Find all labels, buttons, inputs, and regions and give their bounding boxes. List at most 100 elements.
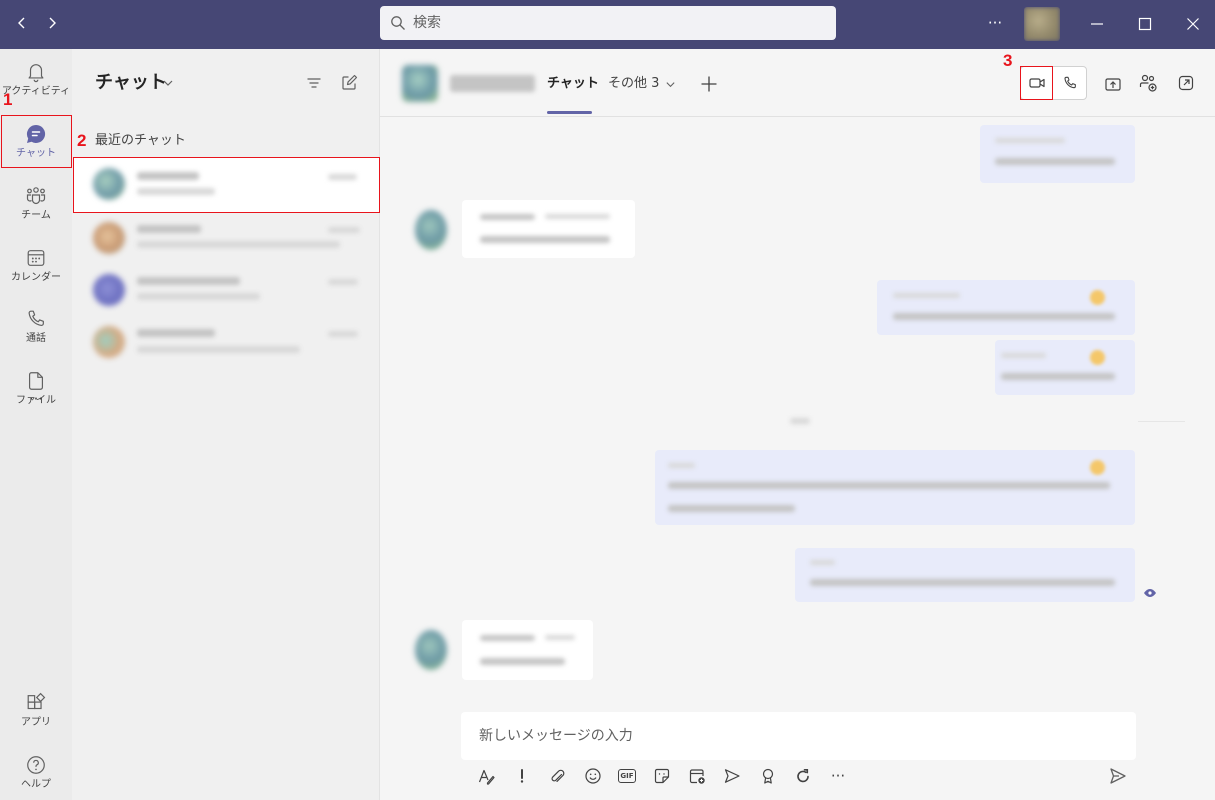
sticker-button[interactable] (652, 767, 672, 785)
contact-name (137, 225, 201, 233)
sender-avatar[interactable] (415, 630, 447, 670)
attach-button[interactable] (547, 767, 567, 785)
chat-list-item[interactable] (73, 213, 380, 265)
rail-item-label: チーム (21, 210, 51, 221)
share-screen-button[interactable] (1102, 73, 1124, 95)
delivery-options-button[interactable] (512, 767, 532, 785)
message-meta (1001, 353, 1046, 358)
filter-button[interactable] (303, 72, 325, 94)
reaction-emoji[interactable] (1090, 290, 1105, 305)
message-text (668, 505, 795, 512)
emoji-icon (584, 767, 602, 785)
reaction-emoji[interactable] (1090, 460, 1105, 475)
maximize-icon (1138, 17, 1152, 31)
pop-out-button[interactable] (1175, 72, 1197, 94)
outgoing-message[interactable] (877, 280, 1135, 335)
filter-icon (305, 74, 323, 92)
contact-avatar (93, 326, 125, 358)
conversation-avatar[interactable] (402, 65, 438, 102)
loop-button[interactable] (793, 767, 813, 785)
rail-item-label: 通話 (26, 333, 46, 344)
conversation-name[interactable] (450, 75, 535, 92)
format-text-icon (477, 767, 495, 785)
medal-icon (759, 767, 777, 785)
more-options-button[interactable]: ··· (982, 13, 1008, 33)
tab-chat[interactable]: チャット (547, 75, 599, 93)
message-meta (810, 560, 835, 565)
chevron-left-icon (15, 16, 29, 30)
emoji-button[interactable] (583, 767, 603, 785)
sender-name (480, 214, 535, 220)
annotation-box-recent-chat (73, 157, 380, 213)
annotation-box-rail-chat (1, 115, 72, 168)
close-button[interactable] (1180, 12, 1206, 36)
search-input[interactable]: 検索 (380, 6, 836, 40)
outgoing-message[interactable] (980, 125, 1135, 183)
stream-button[interactable] (722, 767, 742, 785)
sticker-icon (653, 767, 671, 785)
add-tab-button[interactable] (698, 73, 720, 95)
chat-list-title[interactable]: チャット (95, 72, 167, 94)
more-compose-options-button[interactable]: ··· (828, 767, 848, 785)
add-people-button[interactable] (1137, 72, 1159, 94)
date-separator (790, 418, 810, 424)
active-tab-indicator (547, 111, 592, 114)
gif-label: GIF (620, 772, 634, 780)
important-icon (513, 767, 531, 785)
rail-item-calendar[interactable]: カレンダー (0, 246, 72, 288)
apps-icon (24, 691, 48, 715)
outgoing-message[interactable] (995, 340, 1135, 395)
outgoing-message[interactable] (795, 548, 1135, 602)
pop-out-icon (1177, 74, 1195, 92)
new-chat-button[interactable] (338, 72, 360, 94)
sender-name (480, 635, 535, 641)
message-preview (137, 293, 260, 300)
praise-button[interactable] (758, 767, 778, 785)
reaction-emoji[interactable] (1090, 350, 1105, 365)
recent-chats-heading: 最近のチャット (95, 133, 186, 148)
message-time (328, 331, 358, 337)
tab-more[interactable]: その他 3 (608, 75, 659, 93)
rail-item-teams[interactable]: チーム (0, 184, 72, 226)
rail-item-help[interactable]: ヘルプ (0, 753, 72, 795)
message-time (545, 635, 575, 640)
message-text (480, 236, 610, 243)
add-people-icon (1138, 73, 1158, 93)
maximize-button[interactable] (1132, 12, 1158, 36)
chevron-down-icon[interactable] (665, 79, 676, 90)
search-icon (390, 15, 406, 31)
compose-icon (340, 74, 358, 92)
chat-list-item[interactable] (73, 317, 380, 369)
rail-more-apps-button[interactable]: ··· (0, 389, 72, 409)
message-time (545, 214, 610, 219)
close-icon (1186, 17, 1200, 31)
chat-list-item[interactable] (73, 265, 380, 317)
annotation-box-video-call (1020, 66, 1053, 100)
incoming-message[interactable] (462, 200, 635, 258)
share-screen-icon (1104, 75, 1122, 93)
send-button[interactable] (1106, 765, 1130, 787)
sender-avatar[interactable] (415, 210, 447, 250)
back-button[interactable] (10, 11, 34, 35)
outgoing-message[interactable] (655, 450, 1135, 525)
loop-icon (794, 767, 812, 785)
rail-item-calls[interactable]: 通話 (0, 307, 72, 349)
chevron-down-icon[interactable] (162, 77, 174, 89)
incoming-message[interactable] (462, 620, 593, 680)
message-input[interactable]: 新しいメッセージの入力 (461, 712, 1136, 760)
title-bar: 検索 ··· (0, 0, 1215, 49)
chevron-right-icon (45, 16, 59, 30)
message-meta (995, 138, 1065, 143)
gif-button[interactable]: GIF (617, 767, 637, 785)
audio-call-button[interactable] (1053, 66, 1087, 100)
message-preview (137, 346, 300, 353)
schedule-meeting-button[interactable] (687, 767, 707, 785)
rail-item-apps[interactable]: アプリ (0, 691, 72, 733)
forward-button[interactable] (40, 11, 64, 35)
message-text (668, 482, 1110, 489)
user-avatar[interactable] (1024, 7, 1060, 41)
format-button[interactable] (476, 767, 496, 785)
message-meta (668, 463, 695, 468)
teams-icon (24, 184, 48, 208)
minimize-button[interactable] (1084, 12, 1110, 36)
